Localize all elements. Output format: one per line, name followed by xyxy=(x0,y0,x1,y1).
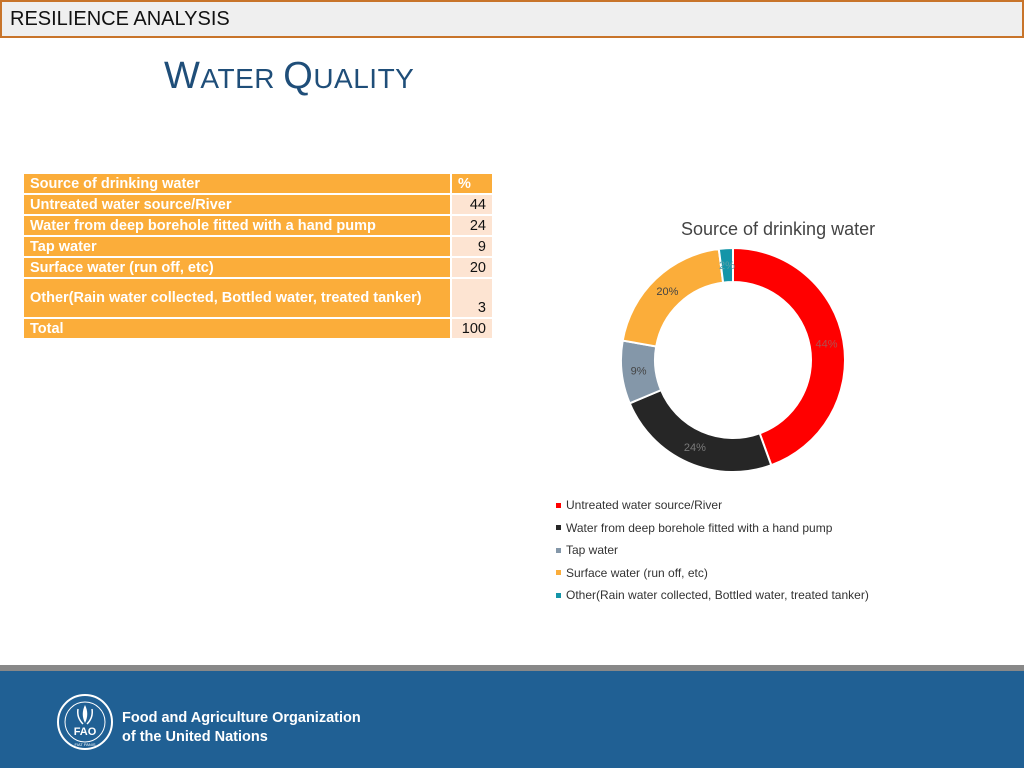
table-cell-label: Water from deep borehole fitted with a h… xyxy=(22,214,452,237)
organization-name-line-2: of the United Nations xyxy=(122,729,268,745)
legend-label: Tap water xyxy=(566,543,619,558)
donut-chart: 44% 24% 9% 20% 2% xyxy=(620,246,846,473)
table-cell-label: Surface water (run off, etc) xyxy=(22,256,452,279)
table-cell-label: Other(Rain water collected, Bottled wate… xyxy=(22,277,452,319)
table-cell-label: Tap water xyxy=(22,235,452,258)
legend-item: Surface water (run off, etc) xyxy=(556,562,869,585)
legend-label: Surface water (run off, etc) xyxy=(566,565,708,580)
legend-item: Water from deep borehole fitted with a h… xyxy=(556,517,869,540)
title-initial-2: Q xyxy=(283,55,314,97)
fao-logo-icon: FAO FIAT PANIS xyxy=(57,694,113,750)
legend-swatch xyxy=(556,525,561,531)
legend-label: Water from deep borehole fitted with a h… xyxy=(566,520,833,535)
title-rest-2: UALITY xyxy=(313,63,415,94)
donut-slice xyxy=(732,246,846,467)
table-header-row: Source of drinking water % xyxy=(22,172,494,195)
table-cell-value: 9 xyxy=(450,235,494,258)
table-row: Surface water (run off, etc) 20 xyxy=(22,256,494,279)
donut-data-label: 9% xyxy=(631,366,647,378)
donut-data-label: 20% xyxy=(656,286,678,298)
legend-swatch xyxy=(556,547,561,553)
legend-swatch xyxy=(556,592,561,598)
legend-swatch xyxy=(556,502,561,508)
fao-logo-motto: FIAT PANIS xyxy=(74,742,95,747)
chart-legend: Untreated water source/River Water from d… xyxy=(556,494,869,607)
table-cell-value: 24 xyxy=(450,214,494,237)
table-row: Untreated water source/River 44 xyxy=(22,193,494,216)
fao-logo-letters: FAO xyxy=(74,726,97,738)
table-cell-value: 3 xyxy=(450,277,494,319)
legend-item: Tap water xyxy=(556,539,869,562)
footer: FAO FIAT PANIS Food and Agriculture Orga… xyxy=(0,671,1024,768)
organization-name-line-1: Food and Agriculture Organization xyxy=(122,710,361,726)
table-cell-label: Total xyxy=(22,317,452,340)
donut-data-label: 2% xyxy=(719,260,735,272)
organization-name: Food and Agriculture Organization of the… xyxy=(122,709,361,747)
legend-item: Other(Rain water collected, Bottled wate… xyxy=(556,584,869,607)
donut-data-label: 44% xyxy=(816,339,838,351)
donut-data-label: 24% xyxy=(684,442,706,454)
table-row: Tap water 9 xyxy=(22,235,494,258)
table-cell-value: 20 xyxy=(450,256,494,279)
legend-item: Untreated water source/River xyxy=(556,494,869,517)
legend-label: Other(Rain water collected, Bottled wate… xyxy=(566,588,869,603)
legend-swatch xyxy=(556,570,561,576)
table-header-value: % xyxy=(450,172,494,195)
table-cell-value: 44 xyxy=(450,193,494,216)
header-bar: RESILIENCE ANALYSIS xyxy=(0,0,1024,38)
donut-slice xyxy=(628,388,773,473)
source-table: Source of drinking water % Untreated wat… xyxy=(22,172,494,340)
table-header-label: Source of drinking water xyxy=(22,172,452,195)
table-row-total: Total 100 xyxy=(22,317,494,340)
table-row: Water from deep borehole fitted with a h… xyxy=(22,214,494,237)
page-title: WATER QUALITY xyxy=(164,55,414,98)
table-row: Other(Rain water collected, Bottled wate… xyxy=(22,277,494,319)
title-rest-1: ATER xyxy=(200,63,284,94)
table-cell-value: 100 xyxy=(450,317,494,340)
table-cell-label: Untreated water source/River xyxy=(22,193,452,216)
legend-label: Untreated water source/River xyxy=(566,498,723,513)
title-initial-1: W xyxy=(164,55,201,97)
section-label: RESILIENCE ANALYSIS xyxy=(10,8,230,30)
